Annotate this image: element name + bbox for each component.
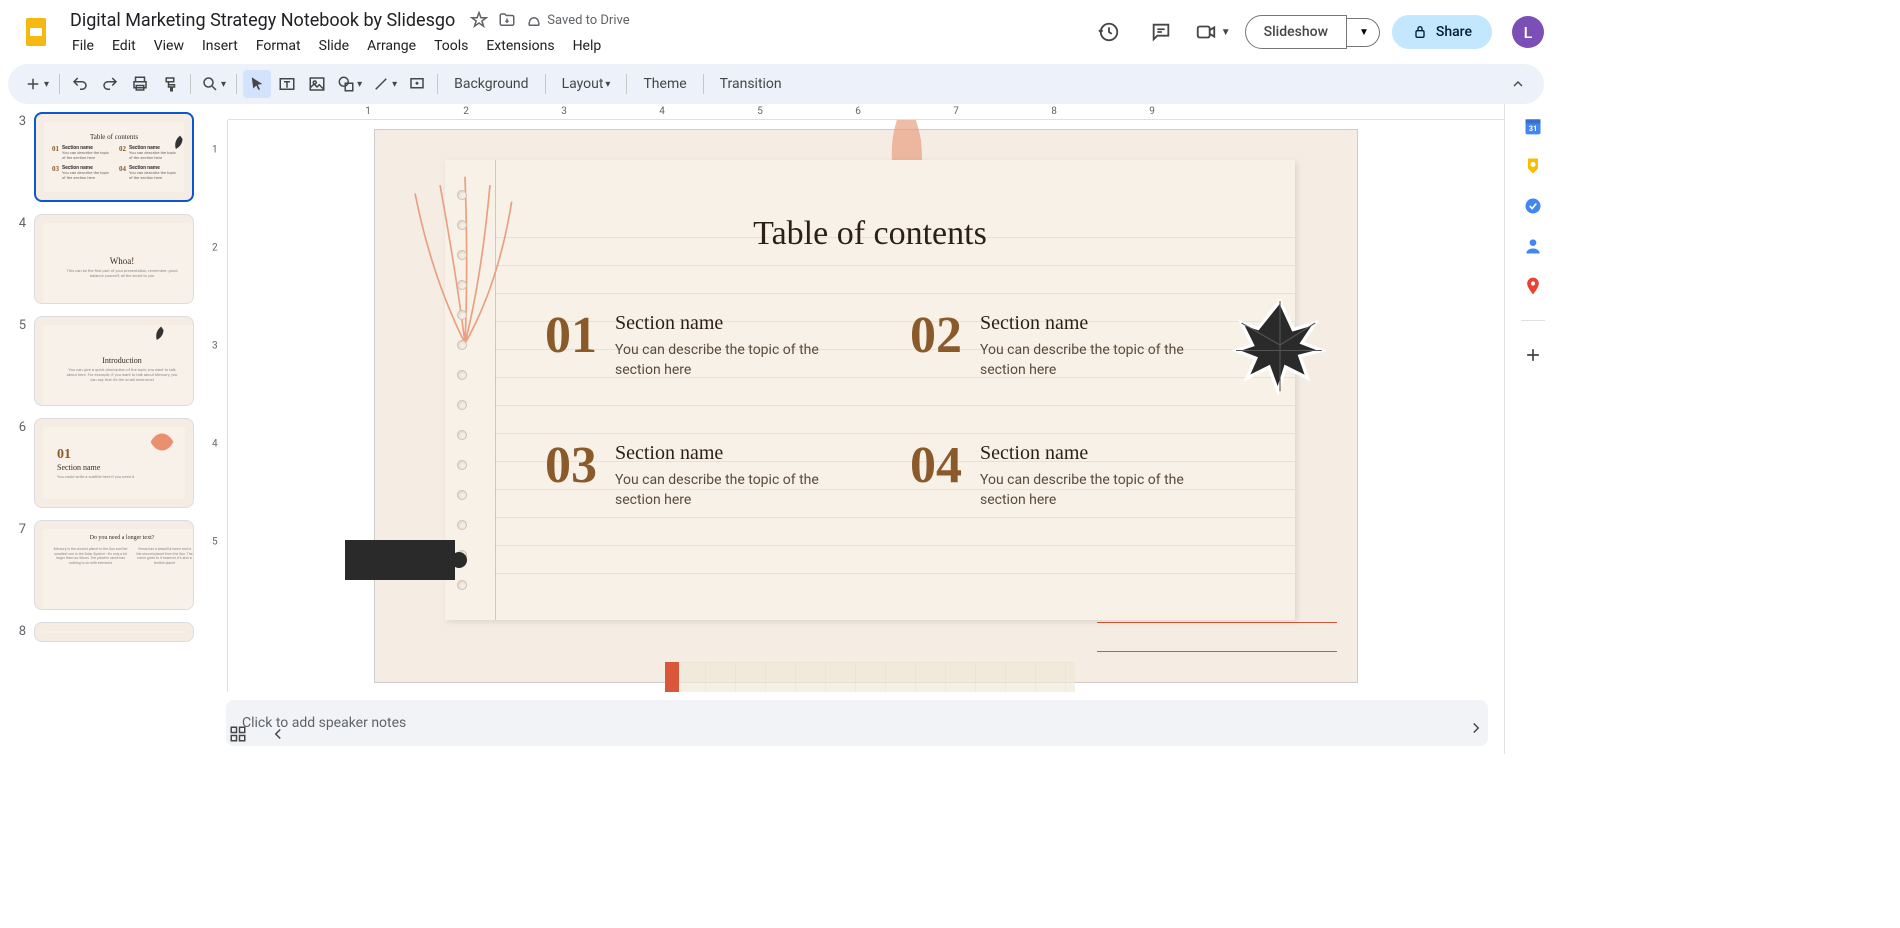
toc-item-2[interactable]: 02Section nameYou can describe the topic…	[910, 310, 1235, 380]
tasks-icon[interactable]	[1523, 196, 1543, 216]
save-status[interactable]: Saved to Drive	[525, 11, 629, 29]
background-button[interactable]: Background	[444, 70, 538, 98]
slide-thumbnail-8[interactable]: 8	[12, 622, 206, 642]
toc-item-3[interactable]: 03Section nameYou can describe the topic…	[545, 440, 870, 510]
menu-extensions[interactable]: Extensions	[478, 34, 562, 58]
notebook-paper[interactable]: Table of contents 01Section nameYou can …	[445, 160, 1295, 620]
canvas-area: 123456789 12345 T	[210, 104, 1504, 754]
menu-edit[interactable]: Edit	[104, 34, 144, 58]
document-title[interactable]: Digital Marketing Strategy Notebook by S…	[64, 8, 461, 33]
slide-thumbnail-3[interactable]: 3 Table of contents 01Section nameYou ca…	[12, 112, 206, 202]
select-tool[interactable]	[243, 70, 271, 98]
share-button[interactable]: Share	[1392, 15, 1492, 49]
slide-viewport[interactable]: Table of contents 01Section nameYou can …	[228, 120, 1504, 692]
menu-file[interactable]: File	[64, 34, 102, 58]
maps-icon[interactable]	[1523, 276, 1543, 296]
slide-thumbnail-7[interactable]: 7 Do you need a longer text?Mercury is t…	[12, 520, 206, 610]
speaker-notes[interactable]: Click to add speaker notes	[226, 700, 1488, 746]
image-tool[interactable]	[303, 70, 331, 98]
user-avatar[interactable]: L	[1512, 16, 1544, 48]
slide-thumbnail-5[interactable]: 5 IntroductionYou can give a quick descr…	[12, 316, 206, 406]
svg-text:31: 31	[1528, 124, 1537, 133]
app-header: Digital Marketing Strategy Notebook by S…	[0, 0, 1560, 64]
slideshow-dropdown[interactable]: ▼	[1347, 18, 1380, 47]
dark-leaf-decoration	[1225, 290, 1335, 400]
shape-tool[interactable]: ▾	[333, 70, 366, 98]
meet-button[interactable]: ▼	[1193, 12, 1233, 52]
transition-button[interactable]: Transition	[710, 70, 792, 98]
zoom-button[interactable]: ▾	[197, 70, 230, 98]
undo-button[interactable]	[66, 70, 94, 98]
theme-button[interactable]: Theme	[633, 70, 696, 98]
new-slide-button[interactable]: ▾	[20, 70, 53, 98]
line-tool[interactable]: ▾	[368, 70, 401, 98]
menu-tools[interactable]: Tools	[426, 34, 476, 58]
ruler-vertical[interactable]: 12345	[210, 120, 228, 692]
menu-view[interactable]: View	[146, 34, 192, 58]
menu-format[interactable]: Format	[248, 34, 309, 58]
print-button[interactable]	[126, 70, 154, 98]
comment-tool[interactable]	[403, 70, 431, 98]
slide-thumbnail-6[interactable]: 6 01Section nameYou could write a subtit…	[12, 418, 206, 508]
star-icon[interactable]	[469, 10, 489, 30]
slides-logo[interactable]	[16, 12, 56, 52]
prev-slide-icon[interactable]	[266, 722, 290, 746]
menu-arrange[interactable]: Arrange	[359, 34, 424, 58]
side-panel: 31	[1504, 104, 1560, 754]
menu-insert[interactable]: Insert	[194, 34, 246, 58]
calendar-icon[interactable]: 31	[1523, 116, 1543, 136]
comments-icon[interactable]	[1141, 12, 1181, 52]
add-addon-icon[interactable]	[1523, 345, 1543, 365]
history-icon[interactable]	[1089, 12, 1129, 52]
filmstrip[interactable]: 3 Table of contents 01Section nameYou ca…	[0, 104, 210, 754]
contacts-icon[interactable]	[1523, 236, 1543, 256]
ruler-horizontal[interactable]: 123456789	[228, 104, 1504, 120]
layout-button[interactable]: Layout ▾	[552, 70, 621, 98]
toc-grid: 01Section nameYou can describe the topic…	[545, 310, 1235, 510]
collapse-toolbar-button[interactable]	[1504, 70, 1532, 98]
lines-decoration	[1097, 622, 1337, 652]
slide-canvas[interactable]: Table of contents 01Section nameYou can …	[375, 130, 1357, 682]
header-right: ▼ Slideshow ▼ Share L	[1089, 8, 1544, 52]
toc-item-1[interactable]: 01Section nameYou can describe the topic…	[545, 310, 870, 380]
menu-slide[interactable]: Slide	[311, 34, 357, 58]
toolbar-wrap: ▾ ▾ ▾ ▾ Background Layout ▾ Theme Transi…	[0, 64, 1560, 104]
toolbar: ▾ ▾ ▾ ▾ Background Layout ▾ Theme Transi…	[8, 64, 1544, 104]
toc-item-4[interactable]: 04Section nameYou can describe the topic…	[910, 440, 1235, 510]
menu-help[interactable]: Help	[565, 34, 610, 58]
tape-decoration	[345, 540, 455, 580]
slide-thumbnail-4[interactable]: 4 Whoa!This can be the first part of you…	[12, 214, 206, 304]
slideshow-group: Slideshow ▼	[1245, 15, 1380, 49]
workspace: 3 Table of contents 01Section nameYou ca…	[0, 104, 1560, 754]
title-area: Digital Marketing Strategy Notebook by S…	[64, 8, 1089, 58]
grid-view-icon[interactable]	[226, 722, 250, 746]
paint-format-button[interactable]	[156, 70, 184, 98]
slide-title[interactable]: Table of contents	[445, 215, 1295, 253]
grid-paper-decoration	[675, 662, 1075, 692]
slideshow-button[interactable]: Slideshow	[1245, 15, 1347, 49]
redo-button[interactable]	[96, 70, 124, 98]
red-tab-decoration	[665, 662, 679, 692]
move-icon[interactable]	[497, 10, 517, 30]
keep-icon[interactable]	[1523, 156, 1543, 176]
menubar: File Edit View Insert Format Slide Arran…	[64, 34, 1089, 58]
textbox-tool[interactable]	[273, 70, 301, 98]
explore-button[interactable]	[1462, 714, 1490, 742]
